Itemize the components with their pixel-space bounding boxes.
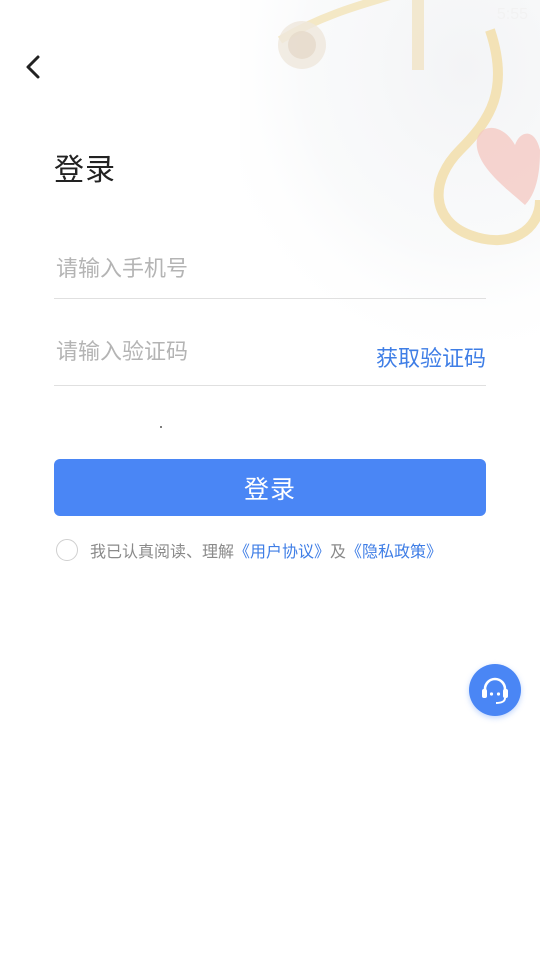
page-title: 登录 xyxy=(54,153,116,188)
status-bar-time: 5:55 xyxy=(496,6,528,23)
phone-field xyxy=(54,245,486,299)
login-button[interactable]: 登录 xyxy=(54,459,486,516)
agreement-and-text: 及 xyxy=(330,542,347,561)
headset-icon xyxy=(482,677,508,704)
agreement-row: 我已认真阅读、理解 《用户协议》 及 《隐私政策》 xyxy=(56,538,442,562)
verification-code-field: 获取验证码 xyxy=(54,328,486,386)
agreement-checkbox[interactable] xyxy=(56,539,78,561)
get-code-button[interactable]: 获取验证码 xyxy=(376,341,486,373)
back-button[interactable] xyxy=(18,52,48,82)
chevron-left-icon xyxy=(26,55,40,79)
agreement-prefix-text: 我已认真阅读、理解 xyxy=(90,542,235,561)
user-agreement-link[interactable]: 《用户协议》 xyxy=(234,538,330,562)
customer-service-button[interactable] xyxy=(469,664,521,716)
verification-code-input[interactable] xyxy=(56,340,316,365)
phone-input[interactable] xyxy=(56,257,356,282)
privacy-policy-link[interactable]: 《隐私政策》 xyxy=(346,538,442,562)
stray-dot xyxy=(160,426,162,428)
